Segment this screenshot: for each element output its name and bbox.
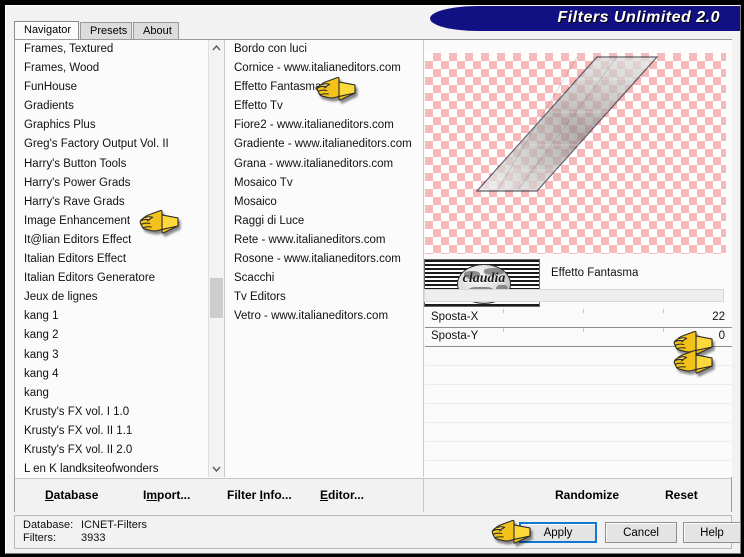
filter-item[interactable]: Rosone - www.italianeditors.com bbox=[225, 250, 423, 269]
filter-item[interactable]: Grana - www.italianeditors.com bbox=[225, 155, 423, 174]
category-item[interactable]: L en K landksiteofwonders bbox=[15, 460, 223, 477]
filter-item[interactable]: Gradiente - www.italianeditors.com bbox=[225, 135, 423, 154]
parameter-name: Sposta-X bbox=[431, 311, 479, 323]
category-item[interactable]: Greg's Factory Output Vol. II bbox=[15, 135, 223, 154]
parameter-row[interactable]: Sposta-Y 0 bbox=[425, 328, 732, 347]
filter-list[interactable]: Bordo con luci Cornice - www.italianedito… bbox=[225, 40, 423, 326]
category-item[interactable]: Frames, Wood bbox=[15, 59, 223, 78]
category-item[interactable]: It@lian Editors Effect bbox=[15, 231, 223, 250]
parameter-row-empty bbox=[425, 347, 732, 366]
filter-item[interactable]: Effetto Tv bbox=[225, 97, 423, 116]
parameter-row-empty bbox=[425, 404, 732, 423]
scroll-thumb[interactable] bbox=[210, 278, 223, 318]
parameter-list[interactable]: Sposta-X 22 Sposta-Y 0 bbox=[425, 309, 732, 477]
status-bar: Database: ICNET-Filters Filters: 3933 Appl… bbox=[14, 515, 741, 549]
parameter-value: 0 bbox=[718, 330, 725, 342]
filter-item[interactable]: Rete - www.italianeditors.com bbox=[225, 231, 423, 250]
apply-button[interactable]: Apply bbox=[519, 522, 597, 543]
database-info: Database: ICNET-Filters Filters: 3933 bbox=[23, 519, 147, 545]
command-bar: DDatabaseatabase Import... Filter Info..… bbox=[15, 478, 731, 512]
category-item[interactable]: Harry's Button Tools bbox=[15, 155, 223, 174]
window-frame: Filters Unlimited 2.0 Navigator Presets … bbox=[5, 5, 741, 554]
filter-item[interactable]: Raggi di Luce bbox=[225, 212, 423, 231]
filter-item[interactable]: Vetro - www.italianeditors.com bbox=[225, 307, 423, 326]
filter-item-selected[interactable]: Effetto Fantasma bbox=[234, 81, 321, 93]
parameter-row-empty bbox=[425, 366, 732, 385]
category-list[interactable]: Frames, Textured Frames, Wood FunHouse Grad… bbox=[15, 40, 223, 477]
parameter-name: Sposta-Y bbox=[431, 330, 479, 342]
category-item[interactable]: Jeux de lignes bbox=[15, 288, 223, 307]
tab-about[interactable]: About bbox=[133, 22, 179, 39]
category-item[interactable]: Graphics Plus bbox=[15, 116, 223, 135]
category-item[interactable]: kang bbox=[15, 384, 223, 403]
category-item[interactable]: Gradients bbox=[15, 97, 223, 116]
tick-mark bbox=[663, 309, 664, 313]
database-label: Database: bbox=[23, 519, 74, 531]
category-item[interactable]: Krusty's FX vol. II 1.1 bbox=[15, 422, 223, 441]
filter-item[interactable]: Fiore2 - www.italianeditors.com bbox=[225, 116, 423, 135]
filter-list-container: Bordo con luci Cornice - www.italianedito… bbox=[224, 40, 423, 477]
parameter-row-empty bbox=[425, 385, 732, 404]
parameter-value: 22 bbox=[712, 311, 725, 323]
preview-canvas[interactable] bbox=[425, 53, 726, 254]
category-item[interactable]: Italian Editors Generatore bbox=[15, 269, 223, 288]
reset-button[interactable]: Reset bbox=[665, 488, 698, 502]
category-item[interactable]: kang 4 bbox=[15, 365, 223, 384]
tick-mark bbox=[583, 309, 584, 313]
tab-navigator[interactable]: Navigator bbox=[14, 21, 79, 39]
filter-item[interactable]: Scacchi bbox=[225, 269, 423, 288]
category-item[interactable]: FunHouse bbox=[15, 78, 223, 97]
category-item[interactable]: Krusty's FX vol. II 2.0 bbox=[15, 441, 223, 460]
category-item[interactable]: kang 2 bbox=[15, 326, 223, 345]
database-value: ICNET-Filters bbox=[81, 519, 147, 531]
command-bar-divider bbox=[423, 479, 424, 512]
randomize-button[interactable]: Randomize bbox=[555, 488, 619, 502]
category-item[interactable]: Harry's Power Grads bbox=[15, 174, 223, 193]
filter-item[interactable]: Bordo con luci bbox=[225, 40, 423, 59]
filter-item[interactable]: Cornice - www.italianeditors.com bbox=[225, 59, 423, 78]
tick-mark bbox=[663, 328, 664, 332]
category-item[interactable]: Italian Editors Effect bbox=[15, 250, 223, 269]
scroll-up-icon[interactable] bbox=[209, 40, 224, 56]
cancel-button[interactable]: Cancel bbox=[605, 522, 677, 543]
tick-mark bbox=[503, 328, 504, 332]
category-item[interactable]: kang 3 bbox=[15, 346, 223, 365]
parameter-row-empty bbox=[425, 442, 732, 461]
tick-mark bbox=[583, 328, 584, 332]
category-item[interactable]: kang 1 bbox=[15, 307, 223, 326]
category-item-selected[interactable]: It@lian Editors Effect bbox=[24, 234, 131, 246]
editor-button[interactable]: Editor... bbox=[320, 488, 364, 502]
parameter-row[interactable]: Sposta-X 22 bbox=[425, 309, 732, 328]
category-item[interactable]: Harry's Rave Grads bbox=[15, 193, 223, 212]
filter-info-button[interactable]: Filter Info... bbox=[227, 488, 292, 502]
filter-item[interactable]: Mosaico bbox=[225, 193, 423, 212]
tab-presets[interactable]: Presets bbox=[80, 22, 132, 39]
tick-mark bbox=[503, 309, 504, 313]
category-item[interactable]: Frames, Textured bbox=[15, 40, 223, 59]
category-item[interactable]: Image Enhancement bbox=[15, 212, 223, 231]
help-button[interactable]: Help bbox=[683, 522, 741, 543]
parameter-row-empty bbox=[425, 461, 732, 477]
effect-name: Effetto Fantasma bbox=[551, 267, 639, 279]
category-item[interactable]: Krusty's FX vol. I 1.0 bbox=[15, 403, 223, 422]
preview-pane: claudia web design Effetto Fantasma Spos… bbox=[423, 40, 732, 477]
category-list-scrollbar[interactable] bbox=[208, 40, 224, 477]
tab-strip: Navigator Presets About bbox=[14, 21, 732, 39]
filters-label: Filters: bbox=[23, 532, 56, 544]
effect-header: claudia web design Effetto Fantasma bbox=[424, 259, 732, 307]
preview-image bbox=[475, 56, 659, 192]
filters-unlimited-window: Filters Unlimited 2.0 Navigator Presets … bbox=[0, 0, 744, 557]
scroll-down-icon[interactable] bbox=[209, 461, 224, 477]
filter-item[interactable]: Effetto Fantasma bbox=[225, 78, 423, 97]
navigator-panel: Frames, Textured Frames, Wood FunHouse Grad… bbox=[14, 39, 732, 512]
thumbnail-wordmark: claudia bbox=[462, 271, 506, 286]
filter-item[interactable]: Mosaico Tv bbox=[225, 174, 423, 193]
database-button[interactable]: DDatabaseatabase bbox=[45, 488, 98, 502]
filters-count: 3933 bbox=[81, 532, 106, 544]
parameter-header-bar bbox=[424, 289, 724, 302]
filter-item[interactable]: Tv Editors bbox=[225, 288, 423, 307]
parameter-row-empty bbox=[425, 423, 732, 442]
import-button[interactable]: Import... bbox=[143, 488, 190, 502]
